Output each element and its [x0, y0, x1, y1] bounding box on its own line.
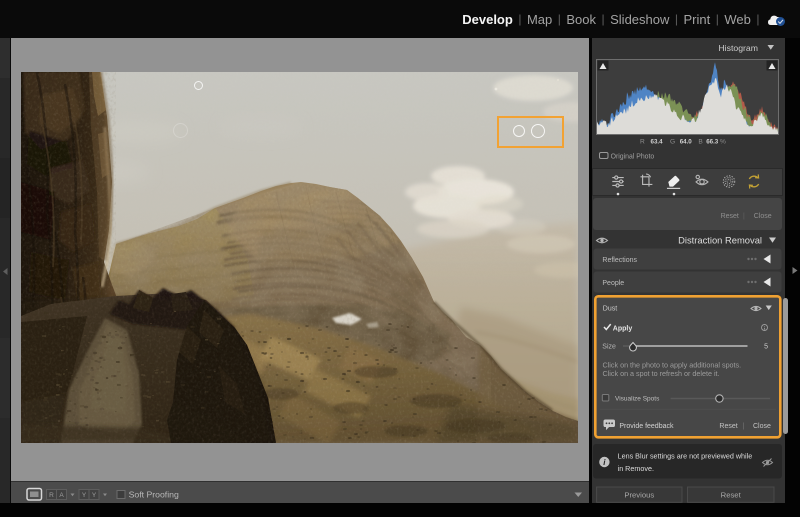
svg-text:Reflections: Reflections [602, 257, 637, 264]
svg-text:Reset: Reset [721, 213, 739, 220]
svg-text:Provide feedback: Provide feedback [619, 423, 674, 430]
svg-text:66.3: 66.3 [706, 139, 719, 146]
svg-text:Histogram: Histogram [718, 43, 758, 53]
svg-text:Y: Y [92, 492, 97, 499]
svg-text:Close: Close [754, 213, 772, 220]
svg-text:in Remove.: in Remove. [618, 464, 654, 473]
svg-text:People: People [602, 280, 624, 287]
svg-text:64.0: 64.0 [680, 139, 693, 146]
svg-text:Reset: Reset [719, 423, 737, 430]
svg-text:|: | [743, 423, 745, 430]
svg-text:Click on a spot to refresh or: Click on a spot to refresh or delete it. [603, 369, 720, 378]
svg-text:5: 5 [764, 344, 768, 351]
svg-text:Soft Proofing: Soft Proofing [129, 490, 179, 500]
svg-text:63.4: 63.4 [651, 139, 664, 146]
svg-text:Reset: Reset [721, 491, 742, 500]
svg-text:Size: Size [602, 344, 616, 351]
svg-text:Close: Close [753, 423, 771, 430]
svg-text:Visualize Spots: Visualize Spots [615, 396, 660, 403]
svg-text:Apply: Apply [613, 326, 633, 333]
svg-text:R: R [640, 139, 645, 146]
svg-text:Dust: Dust [603, 306, 617, 313]
svg-text:Previous: Previous [624, 491, 654, 500]
svg-text:|: | [743, 213, 745, 220]
svg-text:G: G [670, 139, 675, 146]
svg-text:Y: Y [82, 492, 87, 499]
svg-text:Original Photo: Original Photo [611, 154, 655, 161]
svg-text:Distraction Removal: Distraction Removal [678, 235, 762, 246]
svg-text:A: A [59, 492, 64, 499]
svg-text:B: B [698, 139, 703, 146]
svg-text:R: R [49, 492, 54, 499]
svg-text:%: % [720, 139, 726, 146]
svg-text:Lens Blur settings are not pre: Lens Blur settings are not previewed whi… [618, 451, 753, 460]
